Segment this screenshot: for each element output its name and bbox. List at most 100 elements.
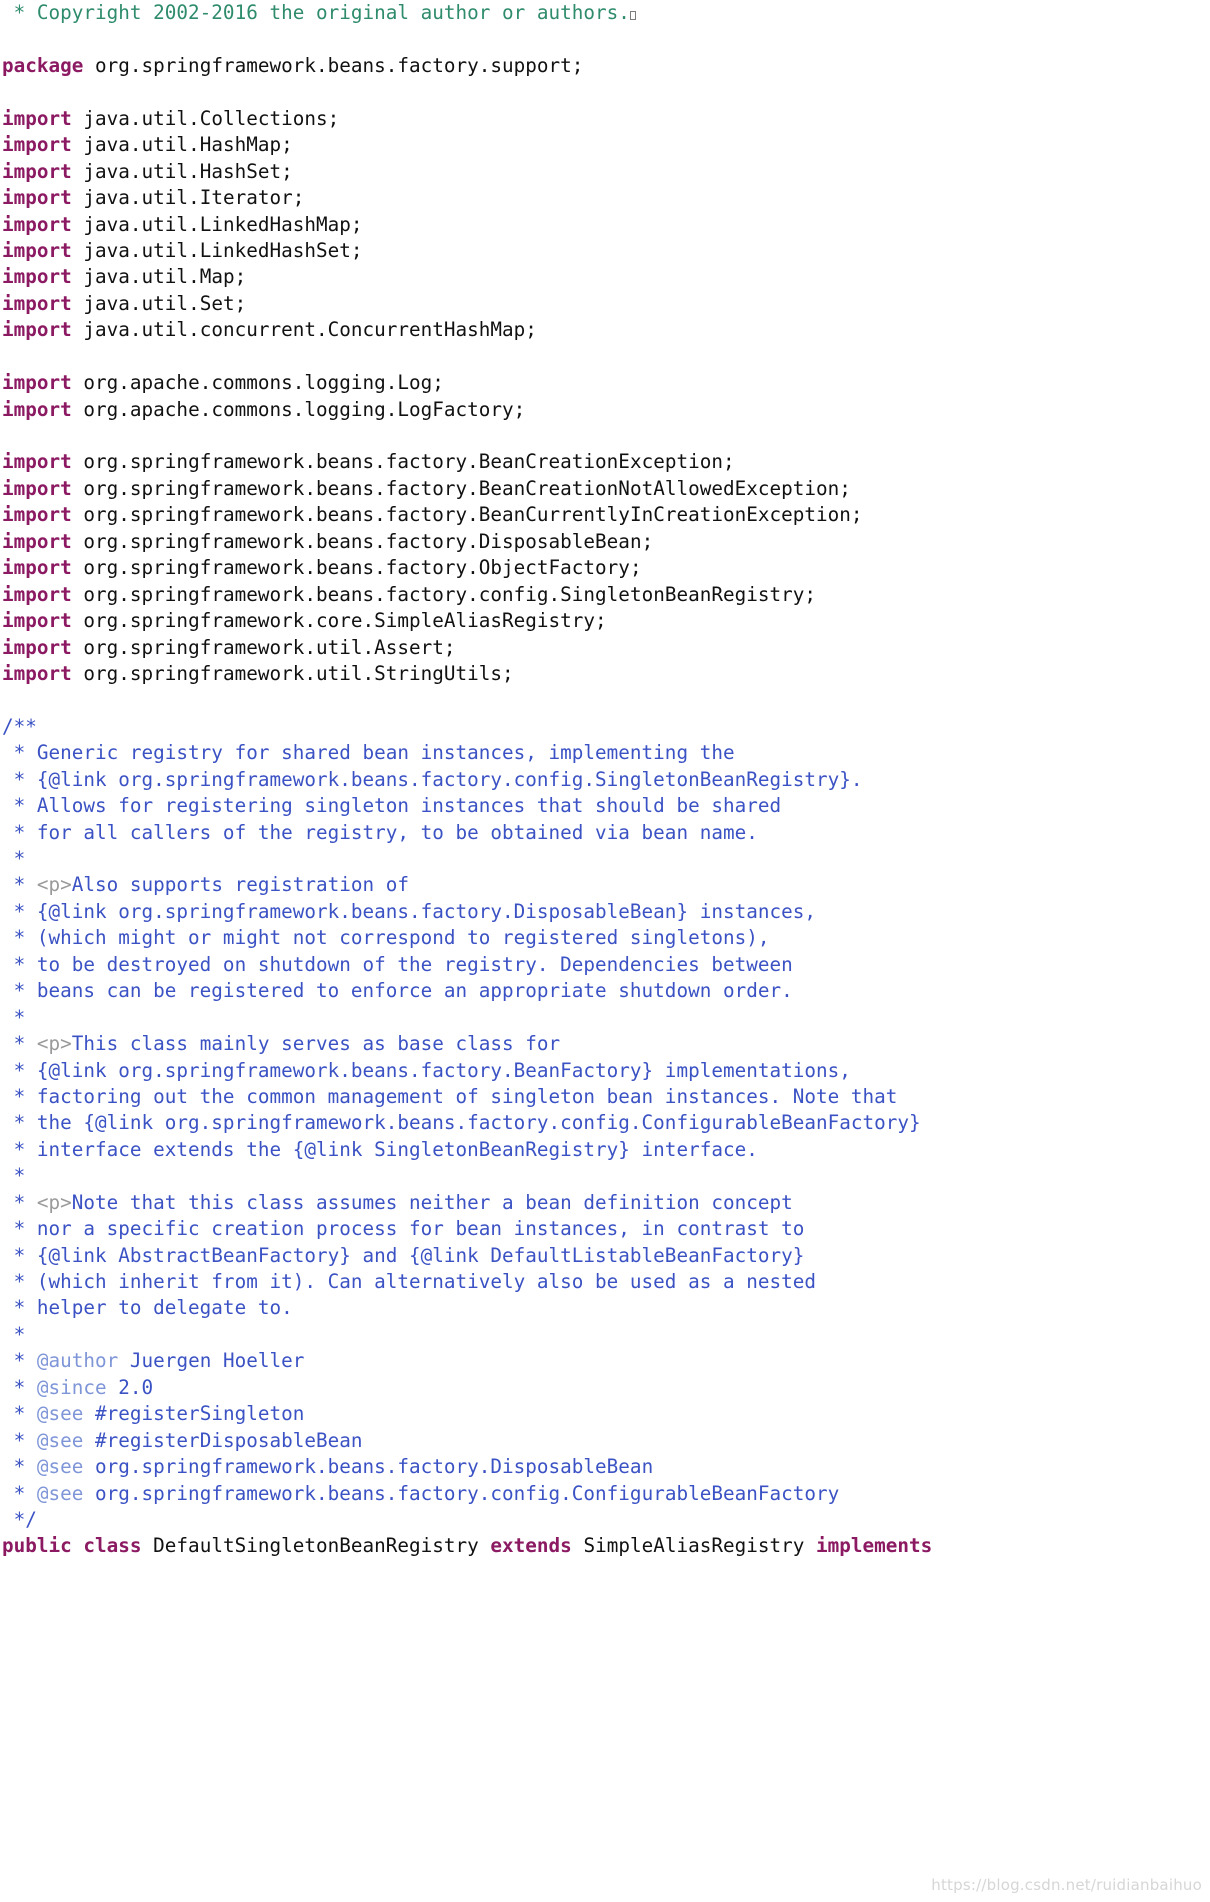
code-token-javadoc: org.springframework.beans.factory.config…: [83, 1481, 840, 1505]
code-token-keyword: import: [2, 212, 72, 236]
code-token-keyword: package: [2, 53, 84, 77]
code-line: *: [2, 1322, 1210, 1348]
code-line: import java.util.Map;: [2, 264, 1210, 290]
code-token-keyword: import: [2, 609, 72, 633]
code-token-plain: java.util.Map;: [71, 265, 247, 289]
code-token-javadoc: * {@link AbstractBeanFactory} and {@link…: [2, 1243, 805, 1267]
code-token-javadoc: *: [2, 1190, 37, 1214]
code-token-javadoc: * helper to delegate to.: [2, 1296, 293, 1320]
code-line: import org.springframework.beans.factory…: [2, 476, 1210, 502]
code-line: import org.apache.commons.logging.Log;: [2, 370, 1210, 396]
code-token-keyword: import: [2, 635, 72, 659]
code-line: /**: [2, 714, 1210, 740]
code-line: import java.util.Collections;: [2, 106, 1210, 132]
code-token-plain: org.springframework.beans.factory.suppor…: [83, 53, 584, 77]
code-token-javadoc: /**: [2, 714, 37, 738]
code-token-keyword: import: [2, 371, 72, 395]
code-line: * @author Juergen Hoeller: [2, 1348, 1210, 1374]
code-token-plain: java.util.HashSet;: [71, 159, 293, 183]
code-line: * {@link org.springframework.beans.facto…: [2, 899, 1210, 925]
code-token-javadoc: *: [2, 1349, 37, 1373]
code-token-javadoc: * (which inherit from it). Can alternati…: [2, 1270, 816, 1293]
code-token-javadoc: #registerDisposableBean: [83, 1428, 363, 1452]
code-line: */: [2, 1507, 1210, 1533]
code-token-keyword: import: [2, 291, 72, 315]
code-token-javadoc: *: [2, 873, 37, 897]
code-line: import org.springframework.beans.factory…: [2, 449, 1210, 475]
code-line: import org.springframework.beans.factory…: [2, 502, 1210, 528]
code-line: * factoring out the common management of…: [2, 1084, 1210, 1110]
code-line: * Generic registry for shared bean insta…: [2, 740, 1210, 766]
code-token-plain: org.springframework.beans.factory.Object…: [71, 556, 642, 580]
code-token-plain: org.springframework.util.StringUtils;: [71, 661, 514, 685]
code-token-javadoc: * Generic registry for shared bean insta…: [2, 741, 735, 765]
code-token-keyword: import: [2, 159, 72, 183]
code-token-plain: org.apache.commons.logging.LogFactory;: [71, 397, 526, 421]
code-line: import java.util.LinkedHashSet;: [2, 238, 1210, 264]
code-line: * (which might or might not correspond t…: [2, 925, 1210, 951]
code-token-plain: java.util.Set;: [71, 291, 247, 315]
code-token-htmltag: <p>: [36, 1190, 72, 1214]
code-line: * @see org.springframework.beans.factory…: [2, 1481, 1210, 1507]
code-token-plain: java.util.LinkedHashSet;: [71, 238, 363, 262]
code-token-plain: org.springframework.beans.factory.Dispos…: [71, 529, 654, 553]
code-token-javadoc: * {@link org.springframework.beans.facto…: [2, 899, 816, 923]
code-line: import org.springframework.beans.factory…: [2, 555, 1210, 581]
code-token-javadoc: *: [2, 1032, 37, 1056]
code-line: * {@link AbstractBeanFactory} and {@link…: [2, 1243, 1210, 1269]
code-token-jdtag: @see: [36, 1428, 84, 1452]
code-token-javadoc: *: [2, 1402, 37, 1426]
code-line: import org.springframework.core.SimpleAl…: [2, 608, 1210, 634]
code-line: * beans can be registered to enforce an …: [2, 978, 1210, 1004]
code-token-javadoc: * factoring out the common management of…: [2, 1084, 898, 1108]
code-line: * helper to delegate to.: [2, 1295, 1210, 1321]
code-token-plain: DefaultSingletonBeanRegistry: [141, 1534, 491, 1558]
code-token-plain: java.util.Collections;: [71, 106, 340, 130]
code-line: * @see #registerDisposableBean: [2, 1428, 1210, 1454]
code-token-plain: org.springframework.core.SimpleAliasRegi…: [71, 609, 607, 633]
code-token-keyword: import: [2, 582, 72, 606]
code-token-jdtag: @author: [36, 1349, 119, 1373]
code-token-keyword: import: [2, 238, 72, 262]
code-token-missing: [629, 11, 636, 20]
code-token-javadoc: *: [2, 1005, 26, 1029]
code-token-jdtag: @see: [36, 1455, 84, 1479]
code-line: * @since 2.0: [2, 1375, 1210, 1401]
code-token-keyword: import: [2, 476, 72, 500]
code-token-javadoc: Note that this class assumes neither a b…: [71, 1190, 793, 1214]
code-token-plain: java.util.Iterator;: [71, 186, 305, 210]
code-token-plain: java.util.concurrent.ConcurrentHashMap;: [71, 318, 537, 342]
code-token-keyword: import: [2, 318, 72, 342]
code-line: * Copyright 2002-2016 the original autho…: [2, 0, 1210, 26]
code-line: *: [2, 1163, 1210, 1189]
code-token-plain: SimpleAliasRegistry: [571, 1534, 817, 1558]
code-line: import java.util.Set;: [2, 291, 1210, 317]
code-token-javadoc: *: [2, 1455, 37, 1479]
code-token-keyword: import: [2, 106, 72, 130]
code-token-javadoc: */: [2, 1507, 37, 1531]
code-token-jdtag: @see: [36, 1402, 84, 1426]
code-token-javadoc: 2.0: [106, 1375, 154, 1399]
code-token-javadoc: * Allows for registering singleton insta…: [2, 794, 782, 818]
code-line: import org.springframework.util.StringUt…: [2, 661, 1210, 687]
code-token-keyword: import: [2, 133, 72, 157]
code-lines-container: * Copyright 2002-2016 the original autho…: [0, 0, 1210, 1560]
code-line: * {@link org.springframework.beans.facto…: [2, 767, 1210, 793]
code-token-keyword: import: [2, 661, 72, 685]
code-line: * to be destroyed on shutdown of the reg…: [2, 952, 1210, 978]
code-line: import org.apache.commons.logging.LogFac…: [2, 397, 1210, 423]
code-line: import java.util.HashMap;: [2, 132, 1210, 158]
code-token-javadoc: * nor a specific creation process for be…: [2, 1217, 805, 1241]
code-line: * nor a specific creation process for be…: [2, 1216, 1210, 1242]
code-line: * <p>Note that this class assumes neithe…: [2, 1190, 1210, 1216]
code-line: import org.springframework.util.Assert;: [2, 635, 1210, 661]
code-token-plain: org.springframework.beans.factory.BeanCr…: [71, 450, 735, 474]
code-token-javadoc: Juergen Hoeller: [118, 1349, 305, 1373]
code-token-plain: org.springframework.beans.factory.BeanCr…: [71, 476, 851, 500]
code-token-keyword: import: [2, 265, 72, 289]
code-line: * @see #registerSingleton: [2, 1401, 1210, 1427]
code-token-htmltag: <p>: [36, 873, 72, 897]
